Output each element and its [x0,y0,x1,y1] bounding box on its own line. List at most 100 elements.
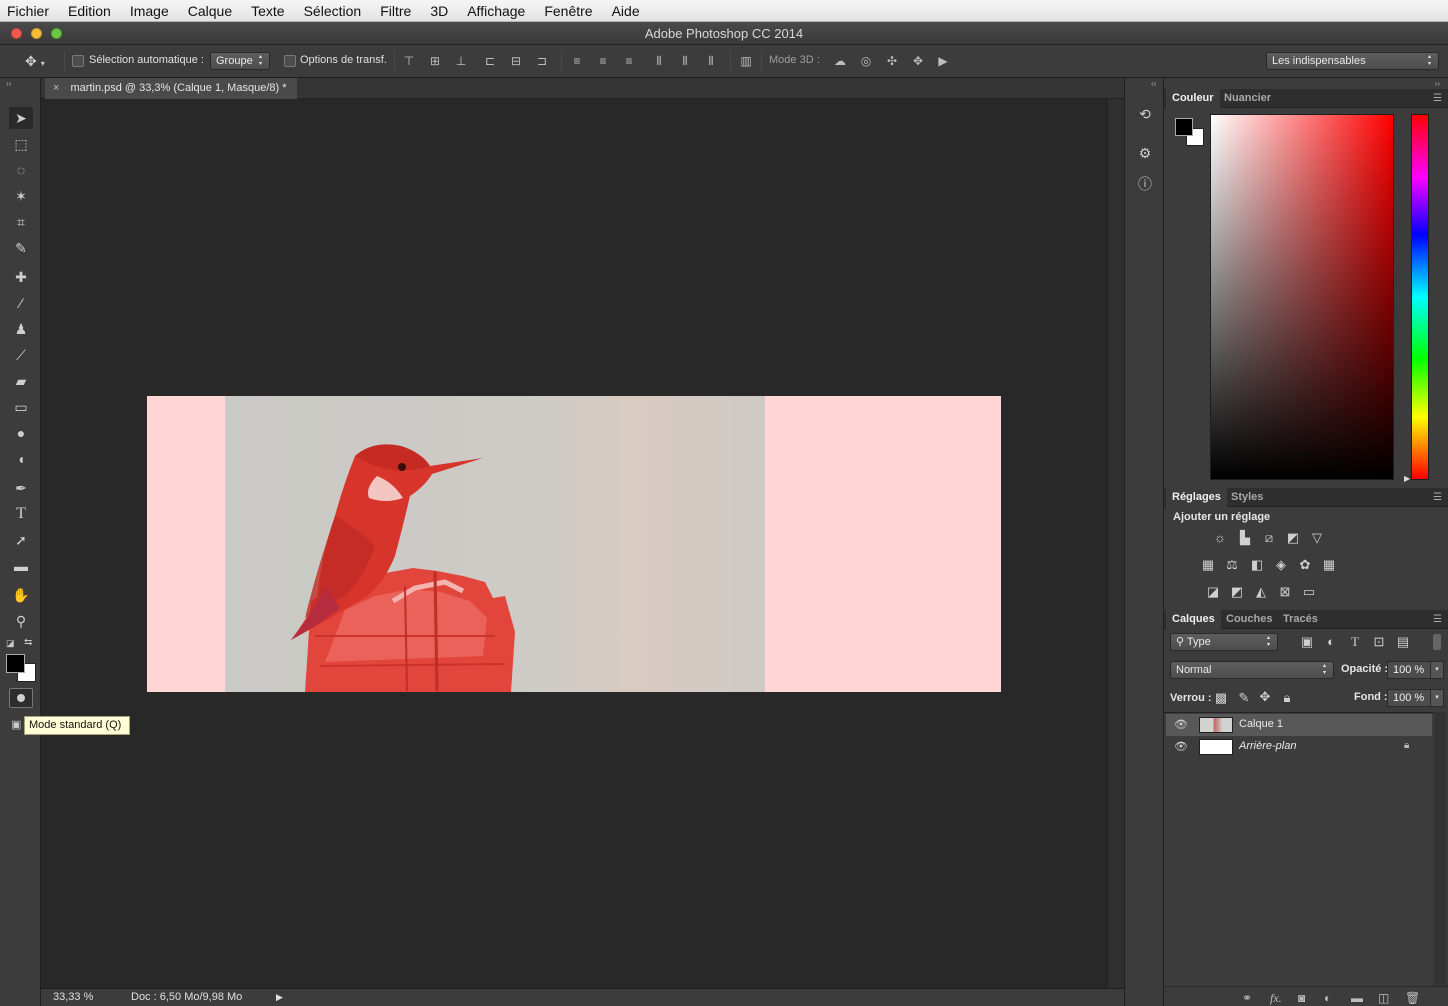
move-tool-icon[interactable]: ✥ ▾ [25,53,45,70]
add-mask-icon[interactable]: ◙ [1298,991,1305,1005]
align-vcenter-icon[interactable]: ⊞ [428,54,442,68]
opacity-field[interactable]: 100 % [1387,661,1432,679]
align-right-icon[interactable]: ⊐ [535,54,549,68]
color-foreground-swatch[interactable] [1175,118,1193,136]
distribute-bottom-icon[interactable]: ≡ [622,54,636,68]
levels-icon[interactable]: ▙ [1237,531,1253,545]
layer-style-fx-icon[interactable]: fx. [1270,991,1282,1006]
lock-transparent-icon[interactable]: ▩ [1213,691,1229,705]
auto-align-icon[interactable]: ▥ [739,54,753,68]
fill-dropdown-arrow-icon[interactable]: ▾ [1430,689,1444,707]
panel-menu-icon[interactable]: ☰ [1433,492,1442,503]
layer-row[interactable]: 👁︎ Arrière-plan 🔒︎ [1166,736,1432,758]
lock-all-icon[interactable]: 🔒︎ [1279,691,1295,705]
lock-position-icon[interactable]: ✥ [1257,690,1273,704]
clone-stamp-tool-icon[interactable]: ♟ [9,318,33,340]
layers-scrollbar[interactable] [1434,712,1446,986]
distribute-right-icon[interactable]: ⫴ [704,54,718,68]
delete-layer-icon[interactable]: 🗑︎ [1405,991,1420,1005]
hue-slider-handle-icon[interactable]: ▶ [1404,474,1410,483]
screen-mode-icon[interactable]: ▣ [11,718,21,731]
collapse-panels-icon[interactable]: ›› [1435,79,1440,88]
black-white-icon[interactable]: ◧ [1249,558,1265,572]
menu-file[interactable]: Fichier [7,3,49,19]
photo-filter-icon[interactable]: ◈ [1273,558,1289,572]
posterize-icon[interactable]: ◩ [1229,585,1245,599]
document-canvas[interactable] [147,396,1001,692]
hand-tool-icon[interactable]: ✋ [9,584,33,606]
healing-brush-tool-icon[interactable]: ✚ [9,266,33,288]
tab-styles[interactable]: Styles [1225,488,1269,507]
filter-pixel-icon[interactable]: ▣ [1299,635,1315,649]
zoom-tool-icon[interactable]: ⚲ [9,610,33,632]
default-colors-icon[interactable]: ◪ [6,638,15,649]
distribute-left-icon[interactable]: ⫴ [652,54,666,68]
move-tool-icon[interactable]: ➤ [9,107,33,129]
document-tab[interactable]: × martin.psd @ 33,3% (Calque 1, Masque/8… [45,78,297,99]
rectangle-tool-icon[interactable]: ▬ [9,555,33,577]
crop-tool-icon[interactable]: ⌗ [9,211,33,233]
info-panel-icon[interactable]: ⓘ [1136,175,1154,193]
panel-menu-icon[interactable]: ☰ [1433,93,1442,104]
gradient-map-icon[interactable]: ▭ [1301,585,1317,599]
selective-color-icon[interactable]: ⊠ [1277,585,1293,599]
path-selection-tool-icon[interactable]: ➚ [9,529,33,551]
vibrance-icon[interactable]: ▽ [1309,531,1325,545]
eyedropper-tool-icon[interactable]: ✎ [9,237,33,259]
align-top-icon[interactable]: ⊤ [402,54,416,68]
distribute-vcenter-icon[interactable]: ≡ [596,54,610,68]
pen-tool-icon[interactable]: ✒ [9,477,33,499]
hue-saturation-icon[interactable]: ▦ [1200,558,1216,572]
fill-field[interactable]: 100 % [1387,689,1432,707]
properties-panel-icon[interactable]: ⚙ [1136,144,1154,162]
distribute-hcenter-icon[interactable]: ⫴ [678,54,692,68]
visibility-eye-icon[interactable]: 👁︎ [1174,718,1188,731]
blur-tool-icon[interactable]: ● [9,422,33,444]
close-document-icon[interactable]: × [53,82,59,94]
workspace-dropdown[interactable]: Les indispensables [1266,52,1439,70]
opacity-dropdown-arrow-icon[interactable]: ▾ [1430,661,1444,679]
tab-layers[interactable]: Calques [1166,610,1221,629]
zoom-window-button[interactable] [51,28,62,39]
vertical-scrollbar[interactable] [1107,99,1124,988]
menu-type[interactable]: Texte [251,3,284,19]
brush-tool-icon[interactable]: ⁄ [9,292,33,314]
filter-toggle[interactable] [1433,634,1441,650]
slide-3d-icon[interactable]: ✥ [911,54,925,68]
rotate-3d-icon[interactable]: ☁ [833,54,847,68]
scale-3d-icon[interactable]: ▶ [936,54,950,68]
new-layer-icon[interactable]: ◫ [1378,991,1389,1005]
minimize-window-button[interactable] [31,28,42,39]
tab-paths[interactable]: Tracés [1277,610,1324,629]
swap-colors-icon[interactable]: ⇆ [24,637,32,648]
new-adjustment-layer-icon[interactable]: ◐ [1324,991,1331,1005]
layer-filter-dropdown[interactable]: ⚲ Type [1170,633,1278,651]
zoom-level[interactable]: 33,33 % [53,989,93,1006]
menu-help[interactable]: Aide [612,3,640,19]
brightness-contrast-icon[interactable]: ☼ [1212,531,1228,545]
panel-menu-icon[interactable]: ☰ [1433,614,1442,625]
history-panel-icon[interactable]: ⟲ [1136,105,1154,123]
exposure-icon[interactable]: ◩ [1285,531,1301,545]
menu-view[interactable]: Affichage [467,3,525,19]
link-layers-icon[interactable]: ⚭ [1242,991,1252,1005]
menu-filter[interactable]: Filtre [380,3,411,19]
curves-icon[interactable]: ⧄ [1261,531,1277,545]
visibility-eye-icon[interactable]: 👁︎ [1174,740,1188,753]
new-group-icon[interactable]: ▬ [1351,991,1363,1005]
lock-image-icon[interactable]: ✎ [1236,691,1252,705]
auto-select-dropdown[interactable]: Groupe [210,52,270,70]
status-menu-arrow-icon[interactable]: ▶ [276,989,283,1006]
history-brush-tool-icon[interactable]: ⟋ [9,344,33,366]
magic-wand-tool-icon[interactable]: ✶ [9,185,33,207]
menu-window[interactable]: Fenêtre [544,3,592,19]
lasso-tool-icon[interactable]: ◌ [9,159,33,181]
distribute-top-icon[interactable]: ≡ [570,54,584,68]
roll-3d-icon[interactable]: ◎ [859,54,873,68]
tab-channels[interactable]: Couches [1220,610,1278,629]
tab-color[interactable]: Couleur [1166,89,1220,108]
blend-mode-dropdown[interactable]: Normal [1170,661,1334,679]
filter-adjustment-icon[interactable]: ◐ [1323,635,1339,649]
align-bottom-icon[interactable]: ⊥ [454,54,468,68]
foreground-color-swatch[interactable] [6,654,25,673]
